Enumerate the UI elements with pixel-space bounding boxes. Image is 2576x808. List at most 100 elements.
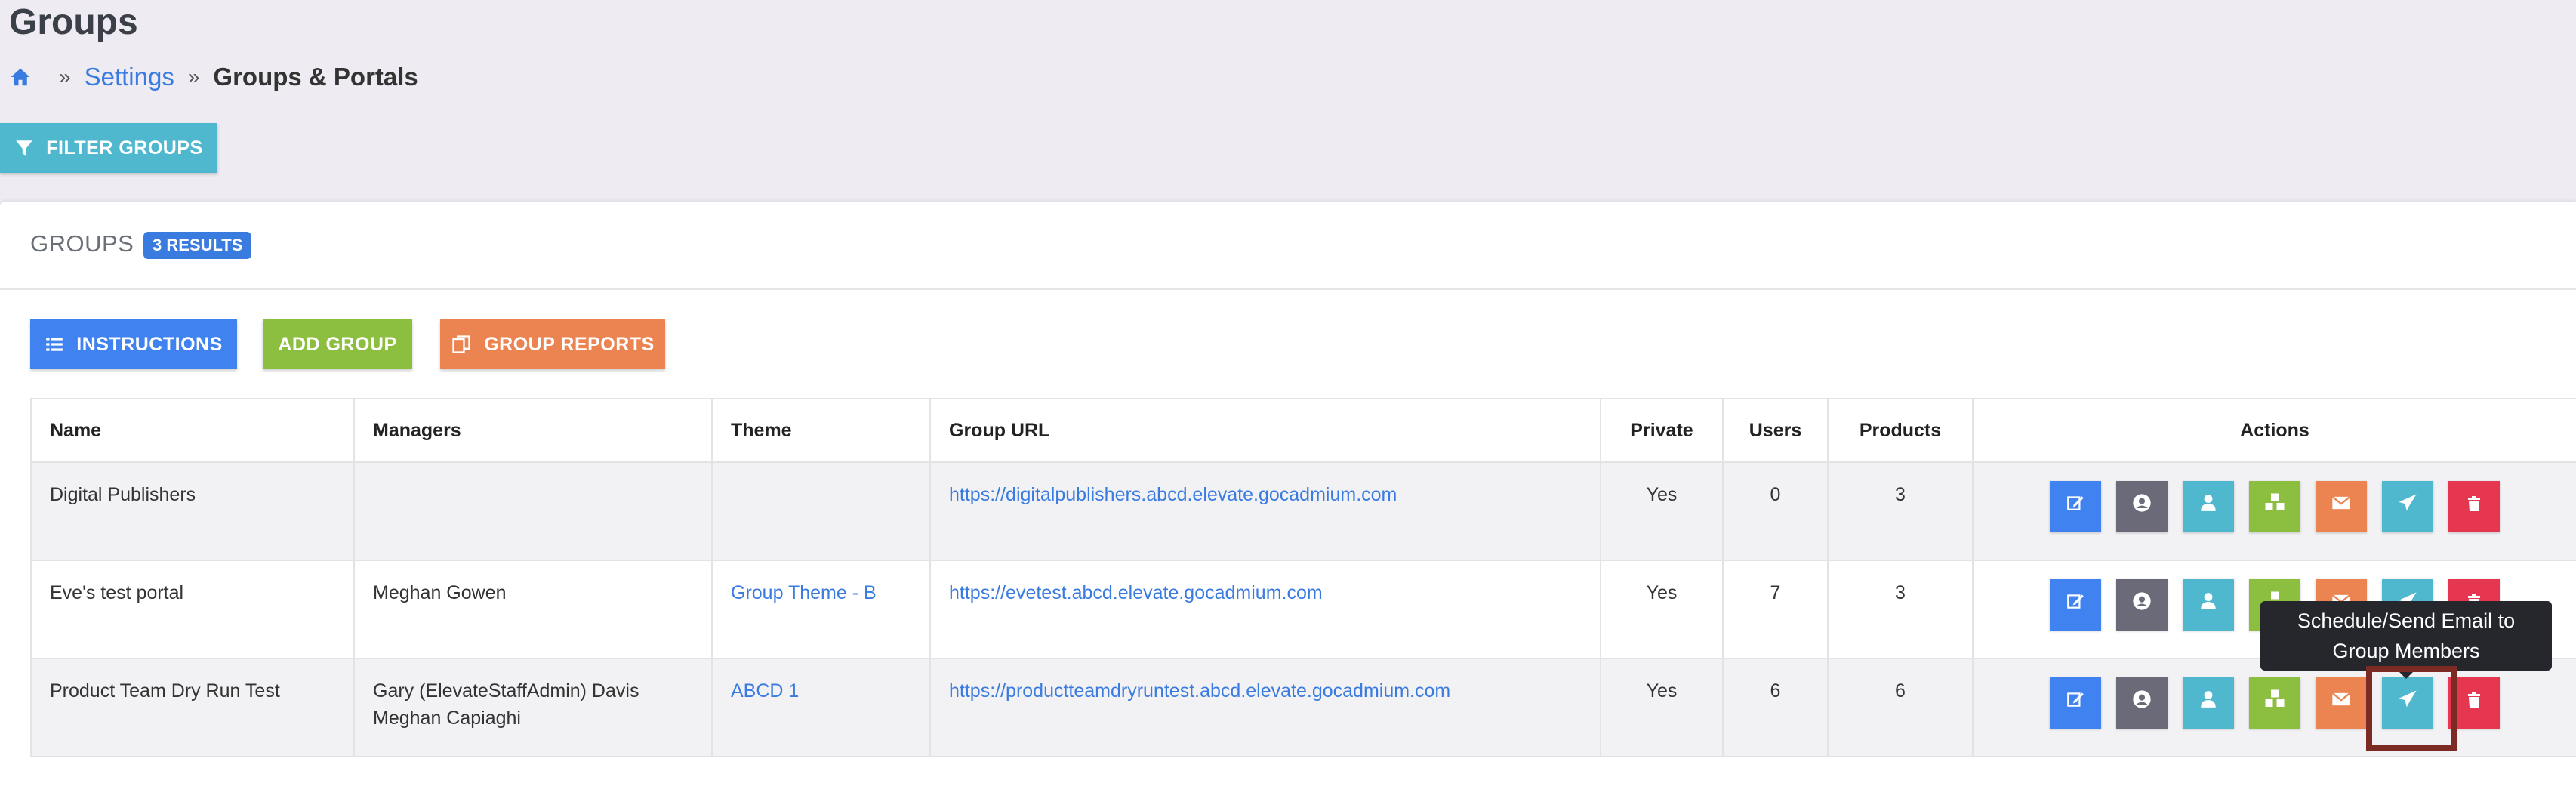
cell-private: Yes	[1600, 461, 1724, 561]
cell-private: Yes	[1600, 560, 1724, 659]
table-row: Eve's test portal Meghan Gowen Group Theme…	[30, 560, 2576, 659]
edit-icon	[2066, 591, 2085, 618]
manager-name: Meghan Gowen	[373, 582, 507, 603]
cell-products: 3	[1827, 560, 1974, 659]
column-header-managers[interactable]: Managers	[353, 398, 713, 463]
trash-icon	[2465, 689, 2483, 717]
cell-name: Product Team Dry Run Test	[30, 658, 355, 757]
cell-users: 0	[1722, 461, 1829, 561]
cell-managers: Meghan Gowen	[353, 560, 713, 659]
cell-products: 3	[1827, 461, 1974, 561]
column-header-theme[interactable]: Theme	[711, 398, 931, 463]
theme-link[interactable]: ABCD 1	[731, 680, 799, 702]
edit-icon	[2066, 493, 2085, 520]
group-url-link[interactable]: https://digitalpublishers.abcd.elevate.g…	[949, 484, 1397, 505]
column-header-products[interactable]: Products	[1827, 398, 1974, 463]
edit-button[interactable]	[2050, 481, 2101, 532]
column-header-url[interactable]: Group URL	[929, 398, 1601, 463]
products-button[interactable]	[2249, 677, 2300, 729]
cubes-icon	[2263, 492, 2286, 522]
envelope-icon	[2331, 689, 2352, 717]
table-header-row: Name Managers Theme Group URL Private Us…	[30, 398, 2576, 463]
breadcrumb-separator: »	[59, 65, 71, 88]
trash-icon	[2465, 493, 2483, 520]
table-row: Digital Publishers https://digitalpublish…	[30, 461, 2576, 561]
cell-url: https://digitalpublishers.abcd.elevate.g…	[929, 461, 1601, 561]
cell-theme: Group Theme - B	[711, 560, 931, 659]
manager-name: Meghan Capiaghi	[373, 708, 521, 729]
send-email-button[interactable]	[2382, 481, 2433, 532]
cell-url: https://evetest.abcd.elevate.gocadmium.c…	[929, 560, 1601, 659]
page-title: Groups	[9, 2, 138, 42]
profile-button[interactable]	[2116, 481, 2168, 532]
paper-plane-icon	[2397, 492, 2418, 521]
group-url-link[interactable]: https://productteamdryruntest.abcd.eleva…	[949, 680, 1450, 702]
highlight-box	[2366, 666, 2457, 751]
cell-name: Eve's test portal	[30, 560, 355, 659]
email-button[interactable]	[2316, 677, 2367, 729]
column-header-name[interactable]: Name	[30, 398, 355, 463]
cell-managers	[353, 461, 713, 561]
column-header-actions: Actions	[1972, 398, 2576, 463]
cell-name: Digital Publishers	[30, 461, 355, 561]
manager-name: Gary (ElevateStaffAdmin) Davis	[373, 680, 639, 702]
cell-actions	[1972, 658, 2576, 757]
groups-card: GROUPS 3 RESULTS INSTRUCTIONS ADD GROUP …	[0, 202, 2576, 808]
instructions-label: INSTRUCTIONS	[76, 333, 223, 355]
breadcrumb-current: Groups & Portals	[213, 63, 418, 91]
edit-button[interactable]	[2050, 579, 2101, 631]
user-circle-icon	[2131, 492, 2152, 521]
user-icon	[2199, 591, 2218, 618]
members-button[interactable]	[2183, 677, 2234, 729]
cell-theme	[711, 461, 931, 561]
add-group-label: ADD GROUP	[278, 333, 397, 355]
edit-icon	[2066, 689, 2085, 717]
list-icon	[46, 338, 63, 351]
group-reports-label: GROUP REPORTS	[484, 333, 655, 355]
user-icon	[2199, 493, 2218, 520]
cubes-icon	[2263, 688, 2286, 718]
members-button[interactable]	[2183, 481, 2234, 532]
products-button[interactable]	[2249, 481, 2300, 532]
row-actions	[1974, 481, 2576, 532]
cell-actions	[1972, 461, 2576, 561]
edit-button[interactable]	[2050, 677, 2101, 729]
cell-products: 6	[1827, 658, 1974, 757]
profile-button[interactable]	[2116, 677, 2168, 729]
user-circle-icon	[2131, 591, 2152, 619]
cell-users: 7	[1722, 560, 1829, 659]
cell-private: Yes	[1600, 658, 1724, 757]
cell-managers: Gary (ElevateStaffAdmin) Davis Meghan Cap…	[353, 658, 713, 757]
user-icon	[2199, 689, 2218, 717]
email-button[interactable]	[2316, 481, 2367, 532]
breadcrumb-settings-link[interactable]: Settings	[85, 63, 174, 91]
results-badge: 3 RESULTS	[143, 232, 252, 259]
column-header-private[interactable]: Private	[1600, 398, 1724, 463]
profile-button[interactable]	[2116, 579, 2168, 631]
copy-icon	[452, 335, 470, 353]
cell-theme: ABCD 1	[711, 658, 931, 757]
group-url-link[interactable]: https://evetest.abcd.elevate.gocadmium.c…	[949, 582, 1323, 603]
groups-table: Name Managers Theme Group URL Private Us…	[30, 398, 2576, 757]
theme-link[interactable]: Group Theme - B	[731, 582, 877, 603]
card-title: GROUPS	[30, 230, 134, 257]
cell-users: 6	[1722, 658, 1829, 757]
add-group-button[interactable]: ADD GROUP	[263, 319, 412, 369]
breadcrumb-separator: »	[187, 65, 200, 88]
filter-groups-label: FILTER GROUPS	[46, 137, 203, 159]
card-header: GROUPS 3 RESULTS	[0, 202, 2576, 290]
row-actions	[1974, 677, 2576, 729]
members-button[interactable]	[2183, 579, 2234, 631]
breadcrumb: » Settings » Groups & Portals	[9, 60, 418, 94]
group-reports-button[interactable]: GROUP REPORTS	[440, 319, 665, 369]
column-header-users[interactable]: Users	[1722, 398, 1829, 463]
delete-button[interactable]	[2448, 481, 2500, 532]
envelope-icon	[2331, 492, 2352, 521]
home-icon[interactable]	[9, 66, 32, 88]
send-email-tooltip: Schedule/Send Email to Group Members	[2260, 601, 2552, 671]
user-circle-icon	[2131, 689, 2152, 717]
instructions-button[interactable]: INSTRUCTIONS	[30, 319, 237, 369]
cell-url: https://productteamdryruntest.abcd.eleva…	[929, 658, 1601, 757]
filter-groups-button[interactable]: FILTER GROUPS	[0, 123, 217, 173]
table-row: Product Team Dry Run Test Gary (ElevateSt…	[30, 658, 2576, 757]
